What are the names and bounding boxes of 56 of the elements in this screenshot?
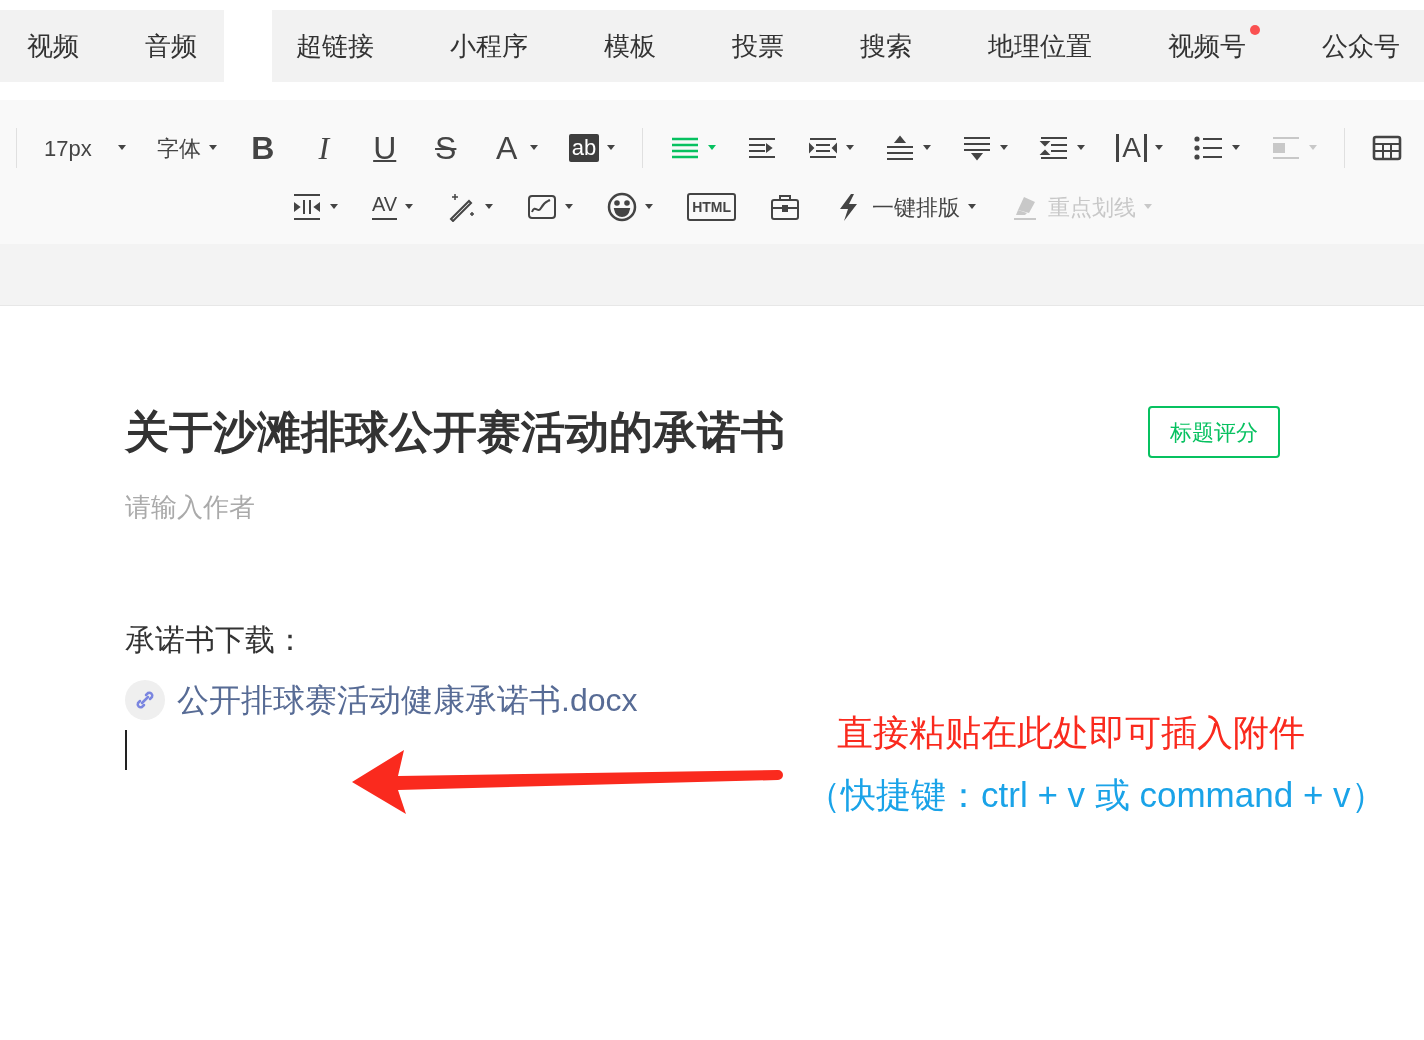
toolbar-button[interactable]: HTML xyxy=(677,185,747,229)
insert-tab[interactable]: 搜索 xyxy=(860,33,912,59)
instruction-text: 直接粘贴在此处即可插入附件 xyxy=(837,715,1305,751)
caret-icon xyxy=(405,204,414,210)
caret-icon xyxy=(329,204,338,210)
toolbar-button[interactable]: A xyxy=(1106,126,1173,170)
briefcase-icon xyxy=(770,192,801,222)
insert-tab[interactable]: 小程序 xyxy=(450,33,528,59)
caret-icon xyxy=(923,145,932,151)
caret-icon xyxy=(846,145,855,151)
shortcut-text: （快捷键：ctrl + v 或 command + v） xyxy=(806,777,1386,812)
insert-tab[interactable]: 投票 xyxy=(732,33,784,59)
caret-icon xyxy=(1308,145,1317,151)
caret-icon xyxy=(529,145,538,151)
caret-icon xyxy=(1077,145,1086,151)
caret-icon xyxy=(1231,145,1240,151)
insert-tab[interactable]: 音频 xyxy=(145,33,197,59)
caret-icon xyxy=(708,145,717,151)
toolbar-button[interactable]: AV xyxy=(361,185,424,229)
link-icon xyxy=(125,680,165,720)
toolbar-button[interactable]: 一键排版 xyxy=(824,185,987,229)
caret-icon xyxy=(565,204,574,210)
table-icon xyxy=(1371,133,1402,163)
toolbar-button[interactable]: B xyxy=(237,126,288,170)
toolbar-button[interactable]: 17px xyxy=(34,126,136,170)
caret-icon xyxy=(117,145,126,151)
insert-tab[interactable]: 视频号 xyxy=(1168,25,1260,59)
insert-tab[interactable]: 视频 xyxy=(27,33,79,59)
text-cursor xyxy=(125,730,127,770)
image-icon xyxy=(527,192,558,222)
column-spacing-icon xyxy=(291,192,322,222)
toolbar-button[interactable]: I xyxy=(298,126,349,170)
caret-icon xyxy=(1000,145,1009,151)
caret-icon xyxy=(607,145,616,151)
caret-icon xyxy=(208,145,217,151)
caret-icon xyxy=(968,204,977,210)
caret-icon xyxy=(485,204,494,210)
toolbar-button[interactable]: 字体 xyxy=(146,126,227,170)
document-title[interactable]: 关于沙滩排球公开赛活动的承诺书 xyxy=(125,410,785,454)
insert-tab[interactable]: 公众号 xyxy=(1322,33,1400,59)
toolbar-button[interactable]: S xyxy=(420,126,471,170)
smiley-icon xyxy=(607,192,638,222)
list-icon xyxy=(1193,133,1224,163)
caret-icon xyxy=(1154,145,1163,151)
author-field[interactable]: 请输入作者 xyxy=(125,488,625,527)
caret-icon xyxy=(1144,204,1153,210)
insert-tab[interactable]: 模板 xyxy=(604,33,656,59)
attachment-link[interactable]: 公开排球赛活动健康承诺书.docx xyxy=(177,676,638,724)
toolbar-button[interactable]: U xyxy=(359,126,410,170)
toolbar-button[interactable]: ab xyxy=(558,126,626,170)
caret-icon xyxy=(645,204,654,210)
paragraph-text: 承诺书下载： xyxy=(125,622,306,658)
line-height-icon xyxy=(885,133,916,163)
toolbar-button[interactable]: A xyxy=(481,126,548,170)
insert-tab[interactable]: 地理位置 xyxy=(988,33,1092,59)
insert-tab[interactable]: 超链接 xyxy=(296,33,374,59)
